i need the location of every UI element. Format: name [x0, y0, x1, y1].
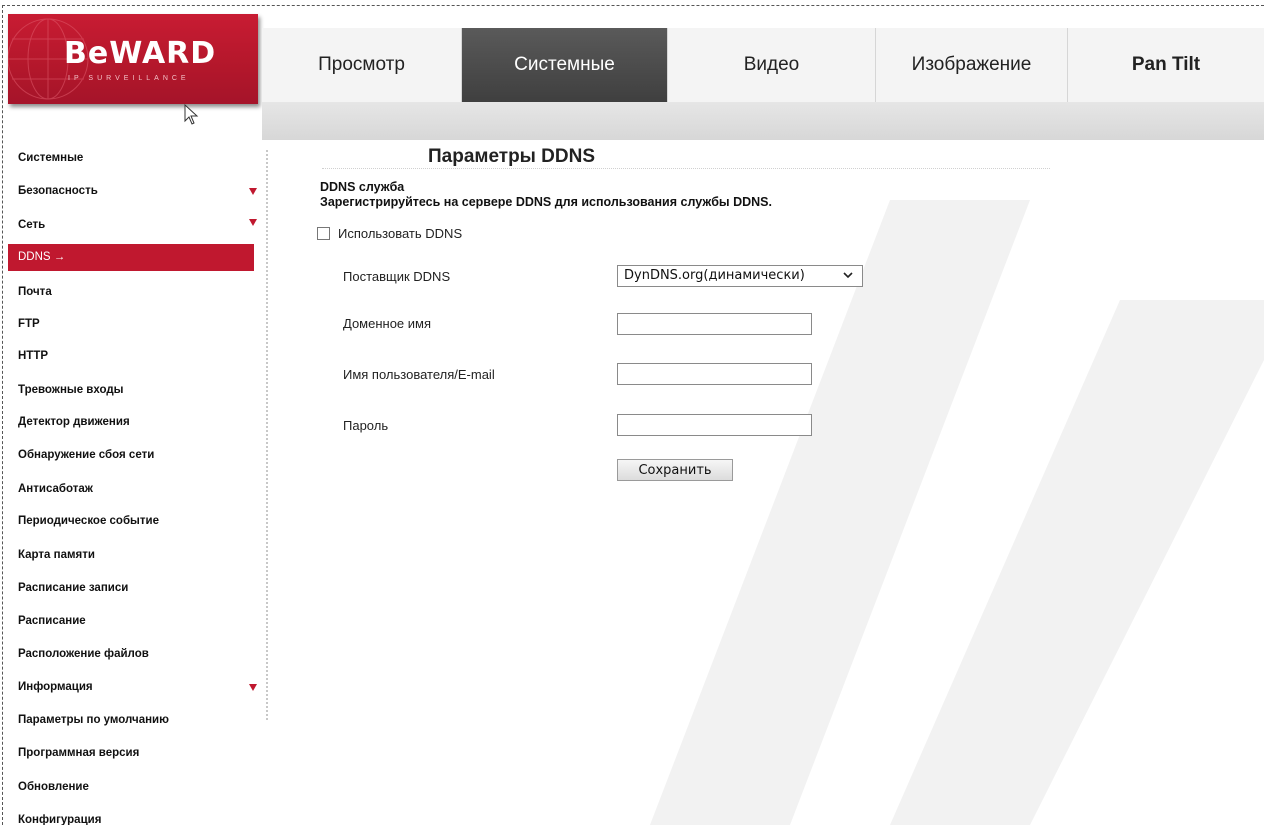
sidebar-item-memory-card[interactable]: Карта памяти: [8, 544, 263, 566]
sidebar-item-label: Детектор движения: [18, 416, 130, 428]
sidebar-item-label: Расположение файлов: [18, 648, 149, 660]
service-title: DDNS служба: [320, 180, 405, 194]
sidebar-item-label: Расписание: [18, 615, 86, 627]
use-ddns-checkbox[interactable]: [317, 227, 330, 240]
service-description: Зарегистрируйтесь на сервере DDNS для ис…: [320, 195, 772, 209]
chevron-down-icon: [249, 188, 257, 195]
tab-video[interactable]: Видео: [668, 28, 876, 102]
sidebar-item-ddns[interactable]: DDNS →: [8, 244, 254, 271]
sidebar-item-http[interactable]: HTTP: [8, 345, 263, 367]
sidebar-item-antisabotage[interactable]: Антисаботаж: [8, 478, 263, 500]
sidebar-item-configuration[interactable]: Конфигурация: [8, 809, 263, 825]
page-title: Параметры DDNS: [428, 146, 596, 167]
sidebar-item-bezopasnost[interactable]: Безопасность: [8, 180, 263, 202]
title-divider: [322, 168, 1050, 169]
sidebar-item-pochta[interactable]: Почта: [8, 281, 263, 303]
sidebar-item-file-location[interactable]: Расположение файлов: [8, 643, 263, 665]
sidebar-item-record-schedule[interactable]: Расписание записи: [8, 577, 263, 599]
sidebar-item-sistemnye[interactable]: Системные: [8, 147, 263, 169]
logo-subtitle: IP SURVEILLANCE: [68, 75, 190, 82]
sidebar-item-label: Почта: [18, 286, 52, 298]
password-input[interactable]: [617, 414, 812, 436]
tab-pan-tilt[interactable]: Pan Tilt: [1068, 28, 1264, 102]
dropdown-arrow-icon: [843, 272, 853, 279]
sidebar-item-label: Карта памяти: [18, 549, 95, 561]
use-ddns-label: Использовать DDNS: [338, 226, 463, 241]
sidebar-divider: [266, 150, 268, 720]
sidebar-item-periodic-event[interactable]: Периодическое событие: [8, 510, 263, 532]
page-frame-left: [2, 5, 3, 825]
tab-label: Системные: [514, 54, 615, 75]
sidebar-item-label: Безопасность: [18, 185, 98, 197]
chevron-down-icon: [249, 684, 257, 691]
brand-logo[interactable]: BeWARD IP SURVEILLANCE: [8, 14, 258, 104]
sidebar-item-label: Сеть: [18, 219, 46, 231]
sidebar-item-label: Системные: [18, 152, 84, 164]
sidebar-item-label: Расписание записи: [18, 582, 129, 594]
sidebar-item-label: Обновление: [18, 781, 89, 793]
sidebar-item-motion-detector[interactable]: Детектор движения: [8, 411, 263, 433]
sidebar-item-label: Параметры по умолчанию: [18, 714, 169, 726]
tab-prosmotr[interactable]: Просмотр: [262, 28, 462, 102]
sidebar-item-information[interactable]: Информация: [8, 676, 263, 698]
provider-label: Поставщик DDNS: [343, 269, 451, 284]
domain-input[interactable]: [617, 313, 812, 335]
sidebar-item-label: Программная версия: [18, 747, 140, 759]
tab-label: Pan Tilt: [1131, 54, 1201, 75]
sidebar-item-label: Информация: [18, 681, 93, 693]
username-input[interactable]: [617, 363, 812, 385]
username-label: Имя пользователя/E-mail: [343, 367, 495, 382]
watermark-logo-icon: [650, 200, 1264, 825]
sidebar-item-set[interactable]: Сеть: [8, 214, 263, 236]
sidebar-item-label: Обнаружение сбоя сети: [18, 449, 155, 461]
arrow-right-icon: →: [53, 251, 66, 263]
chevron-down-icon: [249, 219, 257, 226]
sidebar-item-label: HTTP: [18, 350, 49, 362]
page-frame-top: [2, 5, 1264, 6]
sidebar-item-label: Конфигурация: [18, 814, 102, 825]
sidebar-item-schedule[interactable]: Расписание: [8, 610, 263, 632]
top-navigation: Просмотр Системные Видео Изображение Pan…: [262, 28, 1264, 102]
sub-navigation-bar: [262, 102, 1264, 140]
tab-label: Видео: [743, 54, 800, 75]
sidebar-item-update[interactable]: Обновление: [8, 776, 263, 798]
sidebar-item-label: Периодическое событие: [18, 515, 159, 527]
sidebar-item-label: FTP: [18, 318, 40, 330]
sidebar-item-defaults[interactable]: Параметры по умолчанию: [8, 709, 263, 731]
password-label: Пароль: [343, 418, 389, 433]
sidebar-item-firmware-version[interactable]: Программная версия: [8, 742, 263, 764]
cursor-icon: [184, 104, 199, 125]
tab-izobrazhenie[interactable]: Изображение: [876, 28, 1068, 102]
sidebar-item-alarm-inputs[interactable]: Тревожные входы: [8, 379, 263, 401]
tab-label: Изображение: [911, 54, 1032, 75]
provider-selected-value: DynDNS.org(динамически): [624, 268, 805, 283]
domain-label: Доменное имя: [343, 316, 432, 331]
save-button[interactable]: Сохранить: [617, 459, 733, 481]
sidebar-item-label: Антисаботаж: [18, 483, 93, 495]
sidebar-item-ftp[interactable]: FTP: [8, 313, 263, 335]
tab-sistemnye[interactable]: Системные: [462, 28, 668, 102]
logo-text: BeWARD: [64, 36, 217, 71]
sidebar-item-label: DDNS: [18, 251, 51, 263]
sidebar-item-network-failure[interactable]: Обнаружение сбоя сети: [8, 444, 263, 466]
sidebar-item-label: Тревожные входы: [18, 384, 124, 396]
tab-label: Просмотр: [318, 54, 405, 75]
provider-select[interactable]: DynDNS.org(динамически): [617, 265, 863, 287]
